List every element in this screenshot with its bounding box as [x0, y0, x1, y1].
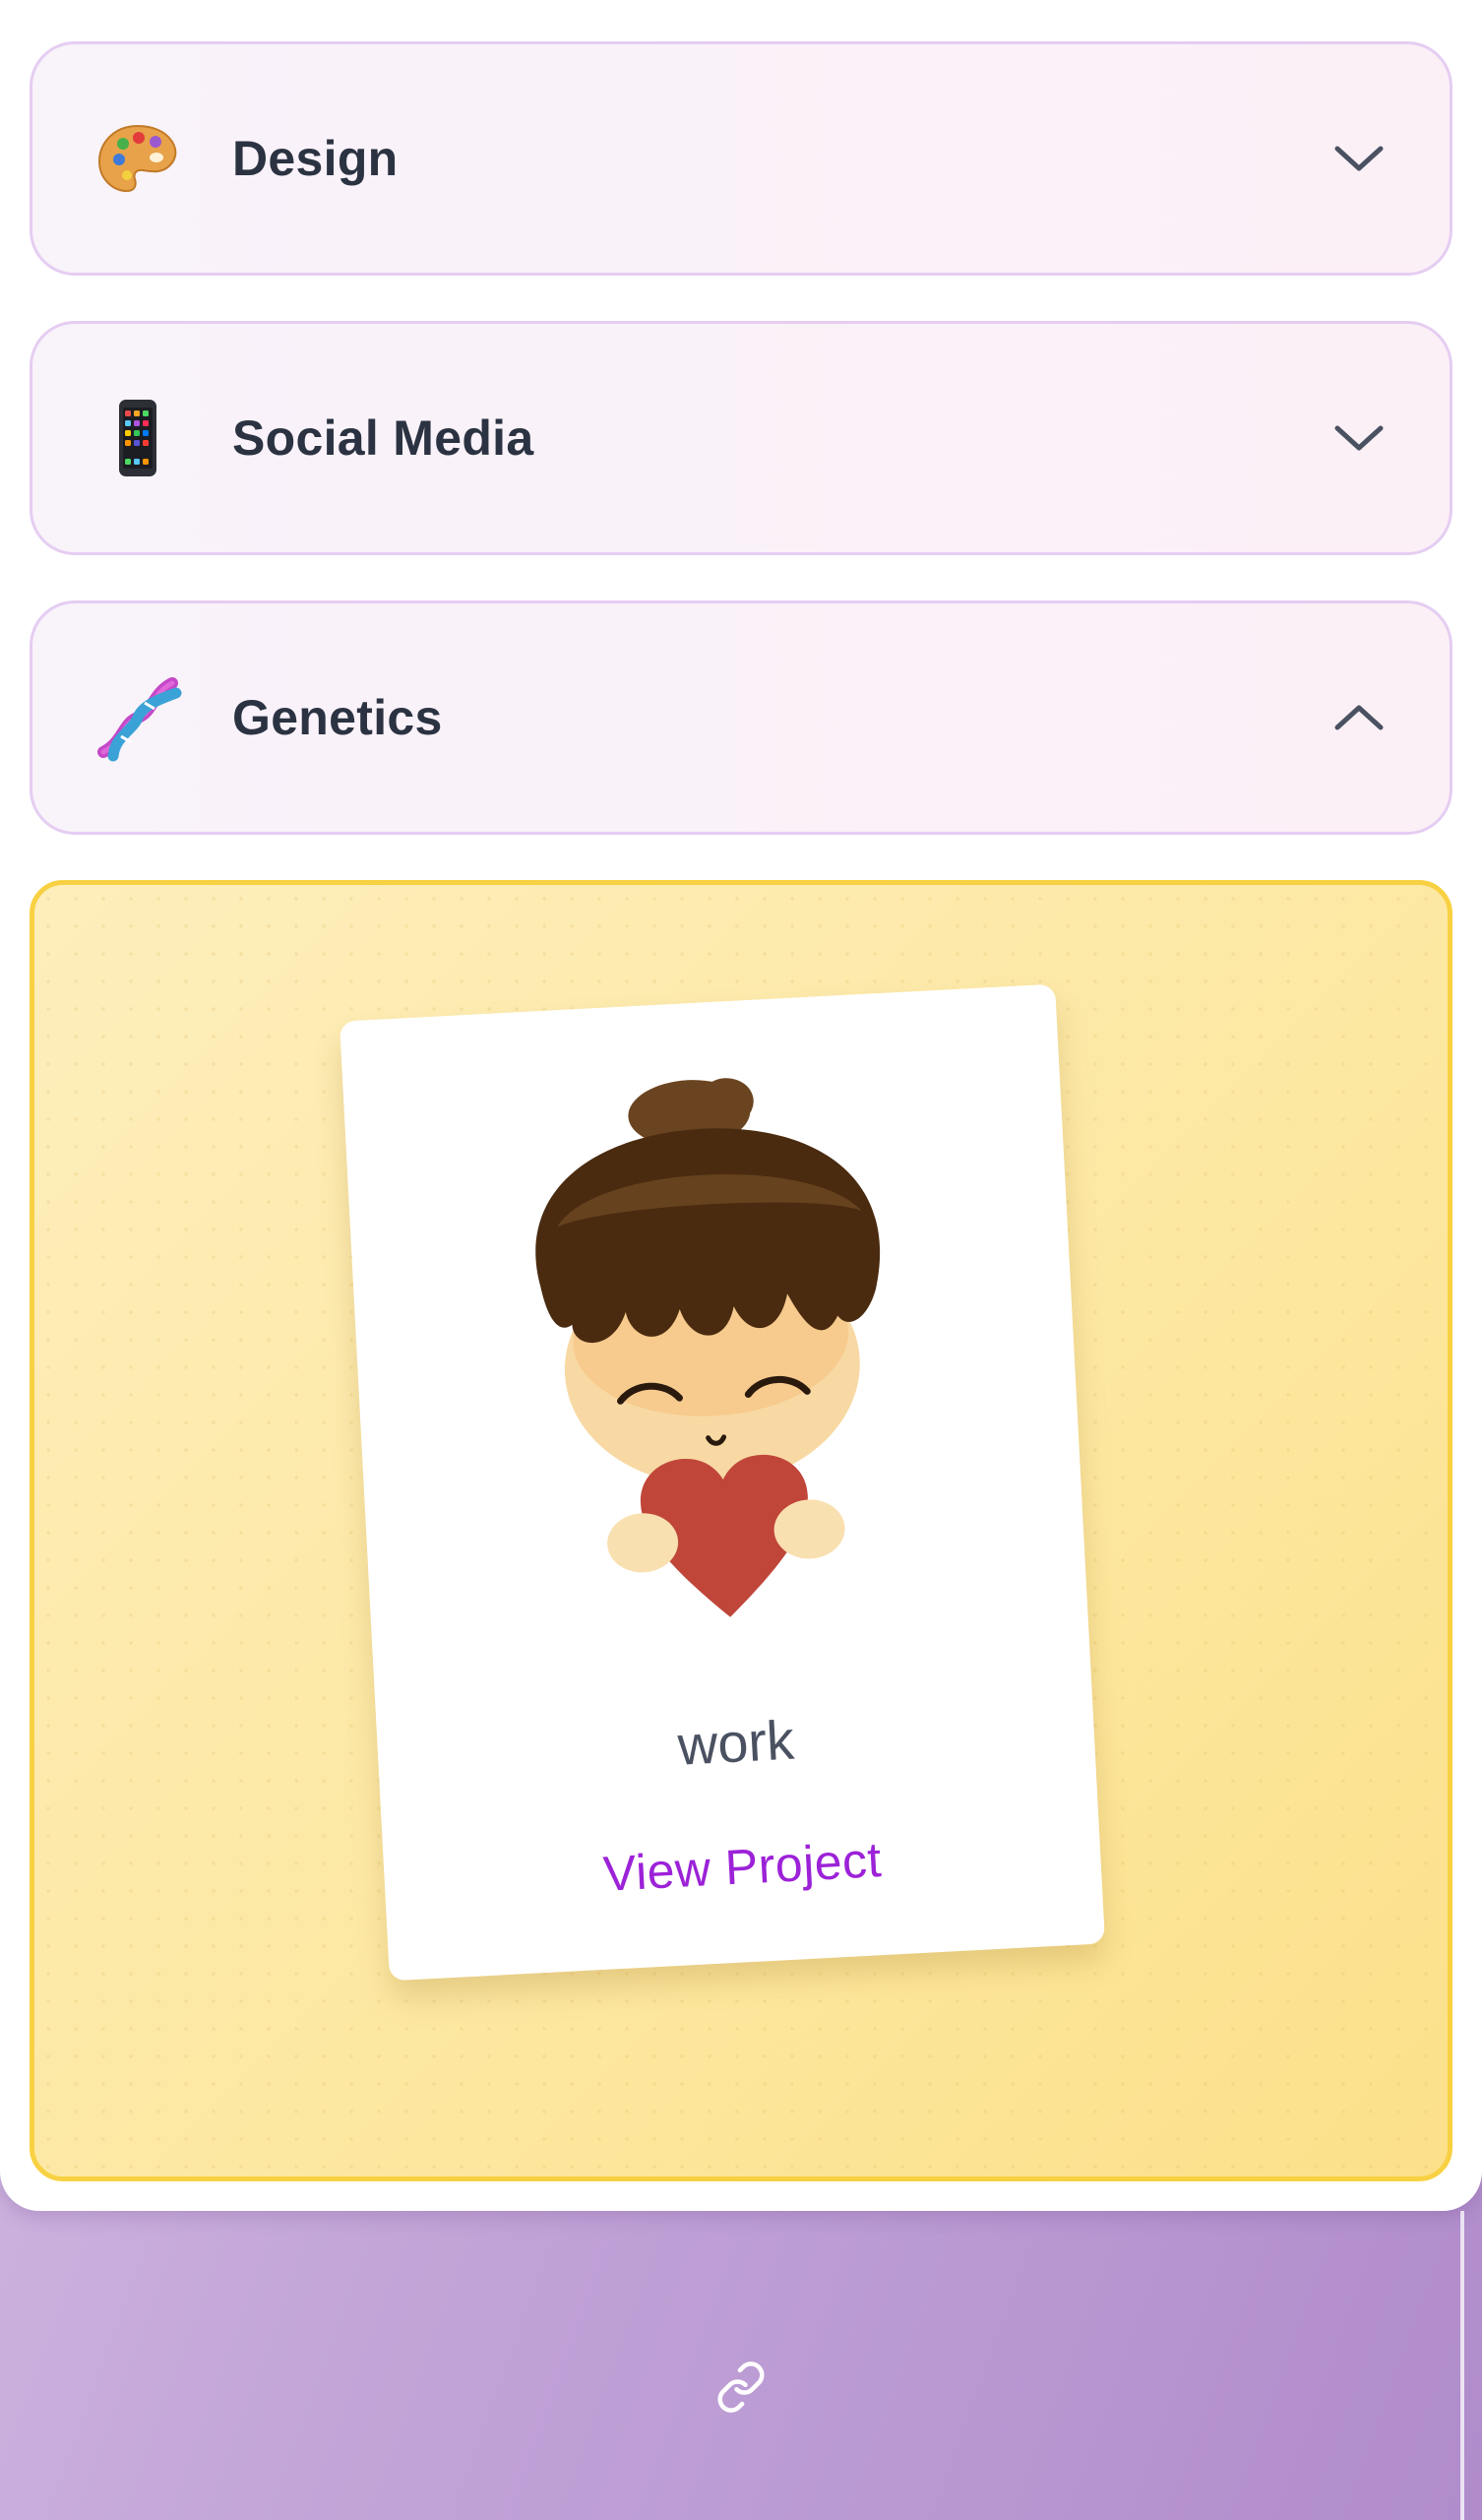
chevron-up-icon[interactable] — [1329, 698, 1389, 737]
accordion-title: Design — [232, 131, 399, 186]
project-card[interactable]: work View Project — [339, 983, 1106, 1982]
accordion-social-media[interactable]: Social Media — [30, 321, 1452, 555]
artist-palette-icon — [93, 114, 182, 203]
chibi-boy-holding-heart-illustration — [535, 1078, 881, 1617]
view-project-link[interactable]: View Project — [383, 1819, 1101, 1914]
accordion-title: Social Media — [232, 410, 534, 466]
project-title: work — [676, 1708, 796, 1777]
mobile-phone-icon — [93, 394, 182, 482]
chevron-down-icon[interactable] — [1329, 139, 1389, 178]
accordion-design[interactable]: Design — [30, 41, 1452, 276]
dna-icon — [93, 673, 182, 762]
accordion-title: Genetics — [232, 690, 443, 745]
accordion-genetics[interactable]: Genetics — [30, 600, 1452, 835]
chevron-down-icon[interactable] — [1329, 418, 1389, 458]
scrollbar-edge — [1460, 2211, 1464, 2520]
link-icon[interactable] — [714, 2361, 768, 2414]
